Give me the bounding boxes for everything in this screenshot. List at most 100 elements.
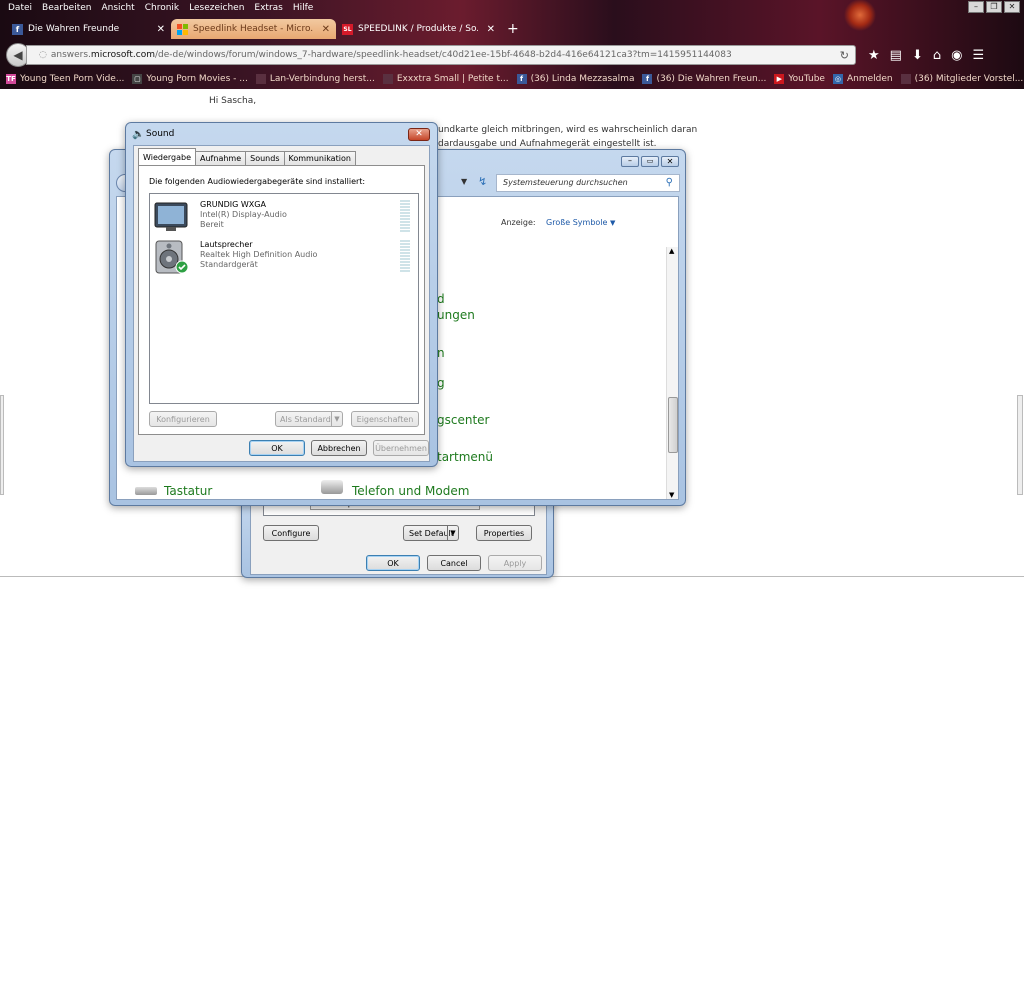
tab-kommunikation[interactable]: Kommunikation — [283, 151, 356, 165]
reload-icon[interactable]: ↻ — [840, 49, 855, 62]
restore-icon[interactable]: ❐ — [986, 1, 1002, 13]
apply-button[interactable]: Übernehmen — [373, 440, 429, 456]
tab-label: Speedlink Headset - Micro... — [193, 24, 313, 34]
cp-item-partial[interactable]: tartmenü — [437, 450, 493, 464]
bookmark-item[interactable]: ▶ YouTube — [774, 74, 825, 84]
ok-button[interactable]: OK — [366, 555, 420, 571]
apply-button[interactable]: Apply — [488, 555, 542, 571]
playback-device-list: GRUNDIG WXGA Intel(R) Display-Audio Bere… — [149, 193, 419, 404]
cp-search-input[interactable]: Systemsteuerung durchsuchen ⚲ — [496, 174, 680, 192]
cp-item-partial[interactable]: d — [437, 292, 445, 306]
bookmark-favicon-icon: TF — [6, 74, 16, 84]
properties-button[interactable]: Properties — [476, 525, 532, 541]
bookmark-favicon-icon: f — [516, 74, 527, 84]
configure-button[interactable]: Konfigurieren — [149, 411, 217, 427]
chevron-down-icon[interactable]: ▼ — [447, 526, 458, 540]
refresh-icon[interactable]: ↯ — [478, 175, 487, 188]
maximize-icon[interactable]: ▭ — [641, 156, 659, 167]
bookmark-item[interactable]: ▢ Young Porn Movies - ... — [132, 74, 248, 84]
sound-dialog-client: Wiedergabe Aufnahme Sounds Kommunikation… — [133, 145, 430, 462]
properties-button[interactable]: Eigenschaften — [351, 411, 419, 427]
volume-meter — [400, 200, 410, 232]
menu-icon[interactable]: ☰ — [972, 48, 984, 63]
cp-item-partial[interactable]: g — [437, 376, 445, 390]
bookmark-label: Young Porn Movies - ... — [146, 74, 248, 84]
configure-button[interactable]: Configure — [263, 525, 319, 541]
minimize-icon[interactable]: – — [621, 156, 639, 167]
close-icon[interactable]: ✕ — [661, 156, 679, 167]
bookmark-item[interactable]: f (36) Linda Mezzasalma — [516, 74, 634, 84]
chevron-down-icon[interactable]: ▼ — [331, 412, 342, 426]
cp-item-partial[interactable]: gscenter — [437, 413, 489, 427]
cp-item-tastatur[interactable]: Tastatur — [164, 484, 212, 498]
page-text-line: undkarte gleich mitbringen, wird es wahr… — [438, 125, 698, 135]
cp-scrollbar[interactable]: ▲ ▼ — [666, 247, 678, 499]
tab-aufnahme[interactable]: Aufnahme — [195, 151, 247, 165]
page-scrollbar-thumb[interactable] — [1017, 395, 1023, 495]
close-icon[interactable]: ✕ — [1004, 1, 1020, 13]
bookmark-favicon-icon: ▶ — [774, 74, 785, 84]
home-icon[interactable]: ⌂ — [933, 48, 941, 63]
menu-lesezeichen[interactable]: Lesezeichen — [189, 3, 244, 13]
search-icon[interactable]: ⚲ — [666, 177, 673, 188]
bookmark-item[interactable]: TF Young Teen Porn Vide... — [6, 74, 124, 84]
page-left-scroll-marker — [0, 395, 4, 495]
menu-bar: Datei Bearbeiten Ansicht Chronik Lesezei… — [0, 0, 313, 16]
set-default-button[interactable]: Set Default ▼ — [403, 525, 459, 541]
device-driver: Realtek High Definition Audio — [200, 250, 318, 259]
scroll-down-icon[interactable]: ▼ — [669, 491, 674, 499]
ok-button[interactable]: OK — [249, 440, 305, 456]
device-name: Lautsprecher — [200, 240, 253, 249]
minimize-icon[interactable]: – — [968, 1, 984, 13]
bookmark-favicon-icon: f — [642, 74, 653, 84]
cp-item-telefon-modem[interactable]: Telefon und Modem — [352, 484, 469, 498]
device-grundig-wxga[interactable]: GRUNDIG WXGA Intel(R) Display-Audio Bere… — [152, 198, 414, 238]
device-lautsprecher[interactable]: Lautsprecher Realtek High Definition Aud… — [152, 238, 414, 278]
menu-bearbeiten[interactable]: Bearbeiten — [42, 3, 91, 13]
url-bar[interactable]: ◌ answers. microsoft.com/de-de/windows/fo… — [26, 45, 856, 65]
tab-wiedergabe[interactable]: Wiedergabe — [138, 148, 197, 165]
chevron-down-icon: ▼ — [609, 219, 616, 227]
menu-extras[interactable]: Extras — [254, 3, 282, 13]
playback-intro: Die folgenden Audiowiedergabegeräte sind… — [149, 177, 366, 186]
bookmarks-list-icon[interactable]: ▤ — [890, 48, 902, 63]
bookmark-item[interactable]: f (36) Die Wahren Freun... — [642, 74, 766, 84]
bookmark-item[interactable]: (36) Mitglieder Vorstel... — [900, 74, 1023, 84]
url-path: /de-de/windows/forum/windows_7-hardware/… — [154, 50, 732, 60]
cp-item-partial[interactable]: ungen — [437, 308, 475, 322]
addon-icon[interactable]: ◉ — [951, 48, 962, 63]
cp-item-partial[interactable]: n — [437, 346, 445, 360]
bookmark-star-icon[interactable]: ★ — [868, 48, 880, 63]
menu-datei[interactable]: Datei — [8, 3, 32, 13]
tab-speedlink-produkte[interactable]: SL SPEEDLINK / Produkte / So... ✕ — [336, 19, 501, 39]
sound-dialog-title: Sound — [146, 129, 175, 139]
close-icon[interactable]: ✕ — [408, 128, 430, 141]
tab-close-icon[interactable]: ✕ — [487, 24, 495, 35]
tab-die-wahren-freunde[interactable]: f Die Wahren Freunde ✕ — [6, 19, 171, 39]
view-dropdown[interactable]: Große Symbole ▼ — [546, 218, 615, 227]
tab-close-icon[interactable]: ✕ — [157, 24, 165, 35]
bookmark-favicon-icon — [255, 74, 266, 84]
menu-chronik[interactable]: Chronik — [145, 3, 179, 13]
tab-sounds[interactable]: Sounds — [245, 151, 285, 165]
tab-speedlink-headset[interactable]: Speedlink Headset - Micro... ✕ — [171, 19, 336, 39]
sound-tab-strip: Wiedergabe Aufnahme Sounds Kommunikation — [138, 148, 356, 165]
bookmark-item[interactable]: Lan-Verbindung herst... — [255, 74, 375, 84]
tab-close-icon[interactable]: ✕ — [322, 24, 330, 35]
cancel-button[interactable]: Abbrechen — [311, 440, 367, 456]
new-tab-button[interactable]: + — [501, 19, 519, 39]
scroll-up-icon[interactable]: ▲ — [669, 247, 674, 255]
bookmark-item[interactable]: Exxxtra Small | Petite t... — [382, 74, 509, 84]
menu-ansicht[interactable]: Ansicht — [101, 3, 134, 13]
cp-scrollbar-thumb[interactable] — [668, 397, 678, 453]
bookmark-item[interactable]: ◎ Anmelden — [832, 74, 893, 84]
speaker-icon: 🔈 — [132, 129, 145, 140]
monitor-icon — [154, 202, 188, 231]
set-default-button[interactable]: Als Standard ▼ — [275, 411, 343, 427]
chevron-down-icon[interactable]: ▼ — [461, 177, 467, 186]
download-icon[interactable]: ⬇ — [912, 48, 923, 63]
cancel-button[interactable]: Cancel — [427, 555, 481, 571]
view-label: Anzeige: — [501, 218, 536, 227]
menu-hilfe[interactable]: Hilfe — [293, 3, 313, 13]
facebook-icon: f — [12, 23, 23, 35]
